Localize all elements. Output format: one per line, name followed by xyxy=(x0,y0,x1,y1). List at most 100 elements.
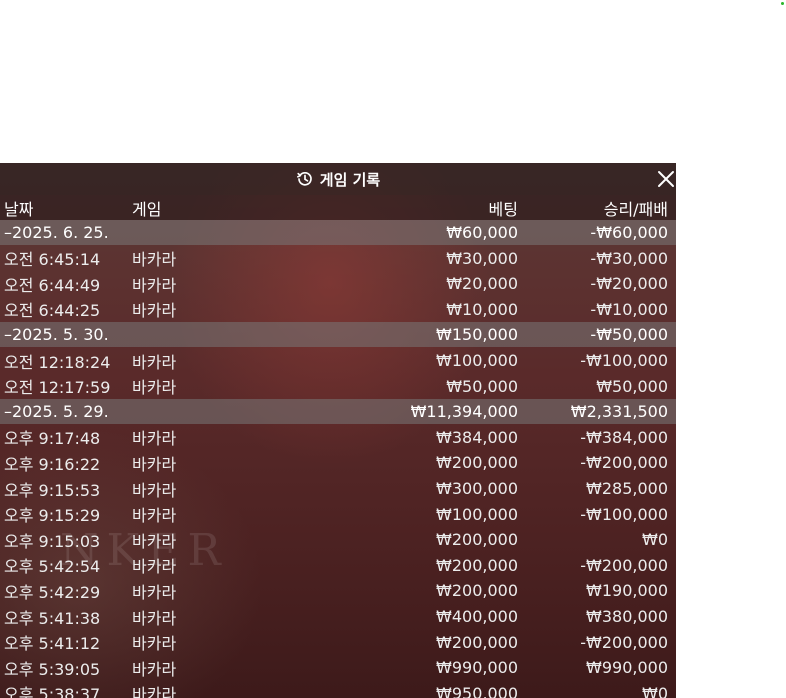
row-result: -₩10,000 xyxy=(590,299,668,319)
row-time: 오전 6:45:14 xyxy=(4,250,101,270)
table-row: 오후 5:38:37 바카라 ₩950,000 ₩0 xyxy=(0,681,676,698)
row-result: ₩0 xyxy=(642,530,668,550)
row-result: -₩20,000 xyxy=(590,274,668,294)
row-game: 바카라 xyxy=(132,582,177,602)
table-row: 오전 6:44:49 바카라 ₩20,000 -₩20,000 xyxy=(0,271,676,296)
table-row: 오후 9:17:48 바카라 ₩384,000 -₩384,000 xyxy=(0,425,676,450)
row-result: -₩60,000 xyxy=(590,223,668,242)
date-group-label: –2025. 5. 29. xyxy=(4,402,109,422)
row-result: ₩990,000 xyxy=(586,658,668,678)
row-game: 바카라 xyxy=(132,301,177,321)
row-time: 오후 5:41:38 xyxy=(4,608,101,628)
date-group-label: –2025. 5. 30. xyxy=(4,325,109,345)
row-game: 바카라 xyxy=(132,506,177,526)
row-bet: ₩150,000 xyxy=(436,325,518,345)
row-bet: ₩10,000 xyxy=(446,299,518,319)
row-result: -₩200,000 xyxy=(580,555,668,575)
game-history-panel: NKER 게임 기록 날짜 게임 베팅 승리/패배 –2025. 6. 25. ₩… xyxy=(0,163,676,698)
row-result: ₩2,331,500 xyxy=(570,402,668,422)
panel-titlebar: 게임 기록 xyxy=(0,163,676,195)
column-header-date: 날짜 xyxy=(4,199,34,219)
row-time: 오후 5:42:54 xyxy=(4,557,101,577)
row-result: ₩190,000 xyxy=(586,581,668,601)
panel-title: 게임 기록 xyxy=(319,170,381,189)
row-game: 바카라 xyxy=(132,378,177,398)
table-row: 오후 9:15:29 바카라 ₩100,000 -₩100,000 xyxy=(0,502,676,527)
title-group: 게임 기록 xyxy=(0,163,676,195)
status-dot xyxy=(781,2,784,5)
row-game: 바카라 xyxy=(132,557,177,577)
table-row: 오후 5:41:12 바카라 ₩200,000 -₩200,000 xyxy=(0,630,676,655)
row-game: 바카라 xyxy=(132,659,177,679)
row-time: 오후 5:41:12 xyxy=(4,634,101,654)
row-result: -₩100,000 xyxy=(580,351,668,370)
row-bet: ₩50,000 xyxy=(446,376,518,396)
row-game: 바카라 xyxy=(132,275,177,295)
row-result: ₩50,000 xyxy=(596,376,668,396)
row-time: 오후 5:38:37 xyxy=(4,685,101,698)
row-bet: ₩60,000 xyxy=(446,223,518,242)
row-time: 오후 5:39:05 xyxy=(4,659,101,679)
date-group-row: –2025. 6. 25. ₩60,000 -₩60,000 xyxy=(0,220,676,245)
row-time: 오후 5:42:29 xyxy=(4,582,101,602)
row-bet: ₩11,394,000 xyxy=(410,402,518,422)
row-result: ₩0 xyxy=(642,683,668,698)
close-icon[interactable] xyxy=(656,169,676,189)
row-time: 오전 6:44:25 xyxy=(4,301,101,321)
row-game: 바카라 xyxy=(132,352,177,372)
column-header-result: 승리/패배 xyxy=(603,199,668,219)
row-bet: ₩100,000 xyxy=(436,351,518,370)
row-time: 오후 9:17:48 xyxy=(4,429,101,449)
row-result: -₩384,000 xyxy=(580,427,668,447)
row-bet: ₩990,000 xyxy=(436,658,518,678)
table-row: 오후 9:15:53 바카라 ₩300,000 ₩285,000 xyxy=(0,476,676,501)
row-bet: ₩200,000 xyxy=(436,632,518,652)
row-time: 오전 12:18:24 xyxy=(4,352,111,372)
row-result: ₩285,000 xyxy=(586,479,668,498)
row-game: 바카라 xyxy=(132,531,177,551)
history-icon xyxy=(296,170,314,188)
table-row: 오후 9:16:22 바카라 ₩200,000 -₩200,000 xyxy=(0,450,676,475)
table-header: 날짜 게임 베팅 승리/패배 xyxy=(0,195,676,220)
row-game: 바카라 xyxy=(132,480,177,500)
row-time: 오전 6:44:49 xyxy=(4,275,101,295)
row-game: 바카라 xyxy=(132,454,177,474)
row-bet: ₩20,000 xyxy=(446,274,518,294)
row-game: 바카라 xyxy=(132,608,177,628)
table-row: 오후 5:42:54 바카라 ₩200,000 -₩200,000 xyxy=(0,553,676,578)
row-time: 오후 9:16:22 xyxy=(4,454,101,474)
row-time: 오후 9:15:29 xyxy=(4,506,101,526)
row-bet: ₩950,000 xyxy=(436,683,518,698)
row-result: -₩200,000 xyxy=(580,632,668,652)
column-header-game: 게임 xyxy=(132,199,162,219)
column-header-bet: 베팅 xyxy=(488,199,518,219)
row-bet: ₩30,000 xyxy=(446,248,518,268)
row-time: 오후 9:15:03 xyxy=(4,531,101,551)
row-game: 바카라 xyxy=(132,429,177,449)
row-game: 바카라 xyxy=(132,685,177,698)
row-game: 바카라 xyxy=(132,634,177,654)
table-row: 오후 5:39:05 바카라 ₩990,000 ₩990,000 xyxy=(0,655,676,680)
date-group-label: –2025. 6. 25. xyxy=(4,223,109,242)
table-row: 오후 9:15:03 바카라 ₩200,000 ₩0 xyxy=(0,527,676,552)
row-bet: ₩200,000 xyxy=(436,453,518,473)
row-bet: ₩200,000 xyxy=(436,581,518,601)
row-bet: ₩100,000 xyxy=(436,504,518,524)
row-bet: ₩300,000 xyxy=(436,479,518,498)
date-group-row: –2025. 5. 29. ₩11,394,000 ₩2,331,500 xyxy=(0,399,676,425)
row-result: ₩380,000 xyxy=(586,607,668,626)
table-row: 오전 6:45:14 바카라 ₩30,000 -₩30,000 xyxy=(0,246,676,271)
row-bet: ₩200,000 xyxy=(436,555,518,575)
row-result: -₩50,000 xyxy=(590,325,668,345)
row-bet: ₩400,000 xyxy=(436,607,518,626)
row-result: -₩30,000 xyxy=(590,248,668,268)
table-row: 오후 5:42:29 바카라 ₩200,000 ₩190,000 xyxy=(0,578,676,603)
row-result: -₩100,000 xyxy=(580,504,668,524)
row-bet: ₩200,000 xyxy=(436,530,518,550)
row-time: 오전 12:17:59 xyxy=(4,378,111,398)
row-result: -₩200,000 xyxy=(580,453,668,473)
row-time: 오후 9:15:53 xyxy=(4,480,101,500)
row-bet: ₩384,000 xyxy=(436,427,518,447)
table-row: 오전 12:18:24 바카라 ₩100,000 -₩100,000 xyxy=(0,348,676,373)
date-group-row: –2025. 5. 30. ₩150,000 -₩50,000 xyxy=(0,322,676,348)
